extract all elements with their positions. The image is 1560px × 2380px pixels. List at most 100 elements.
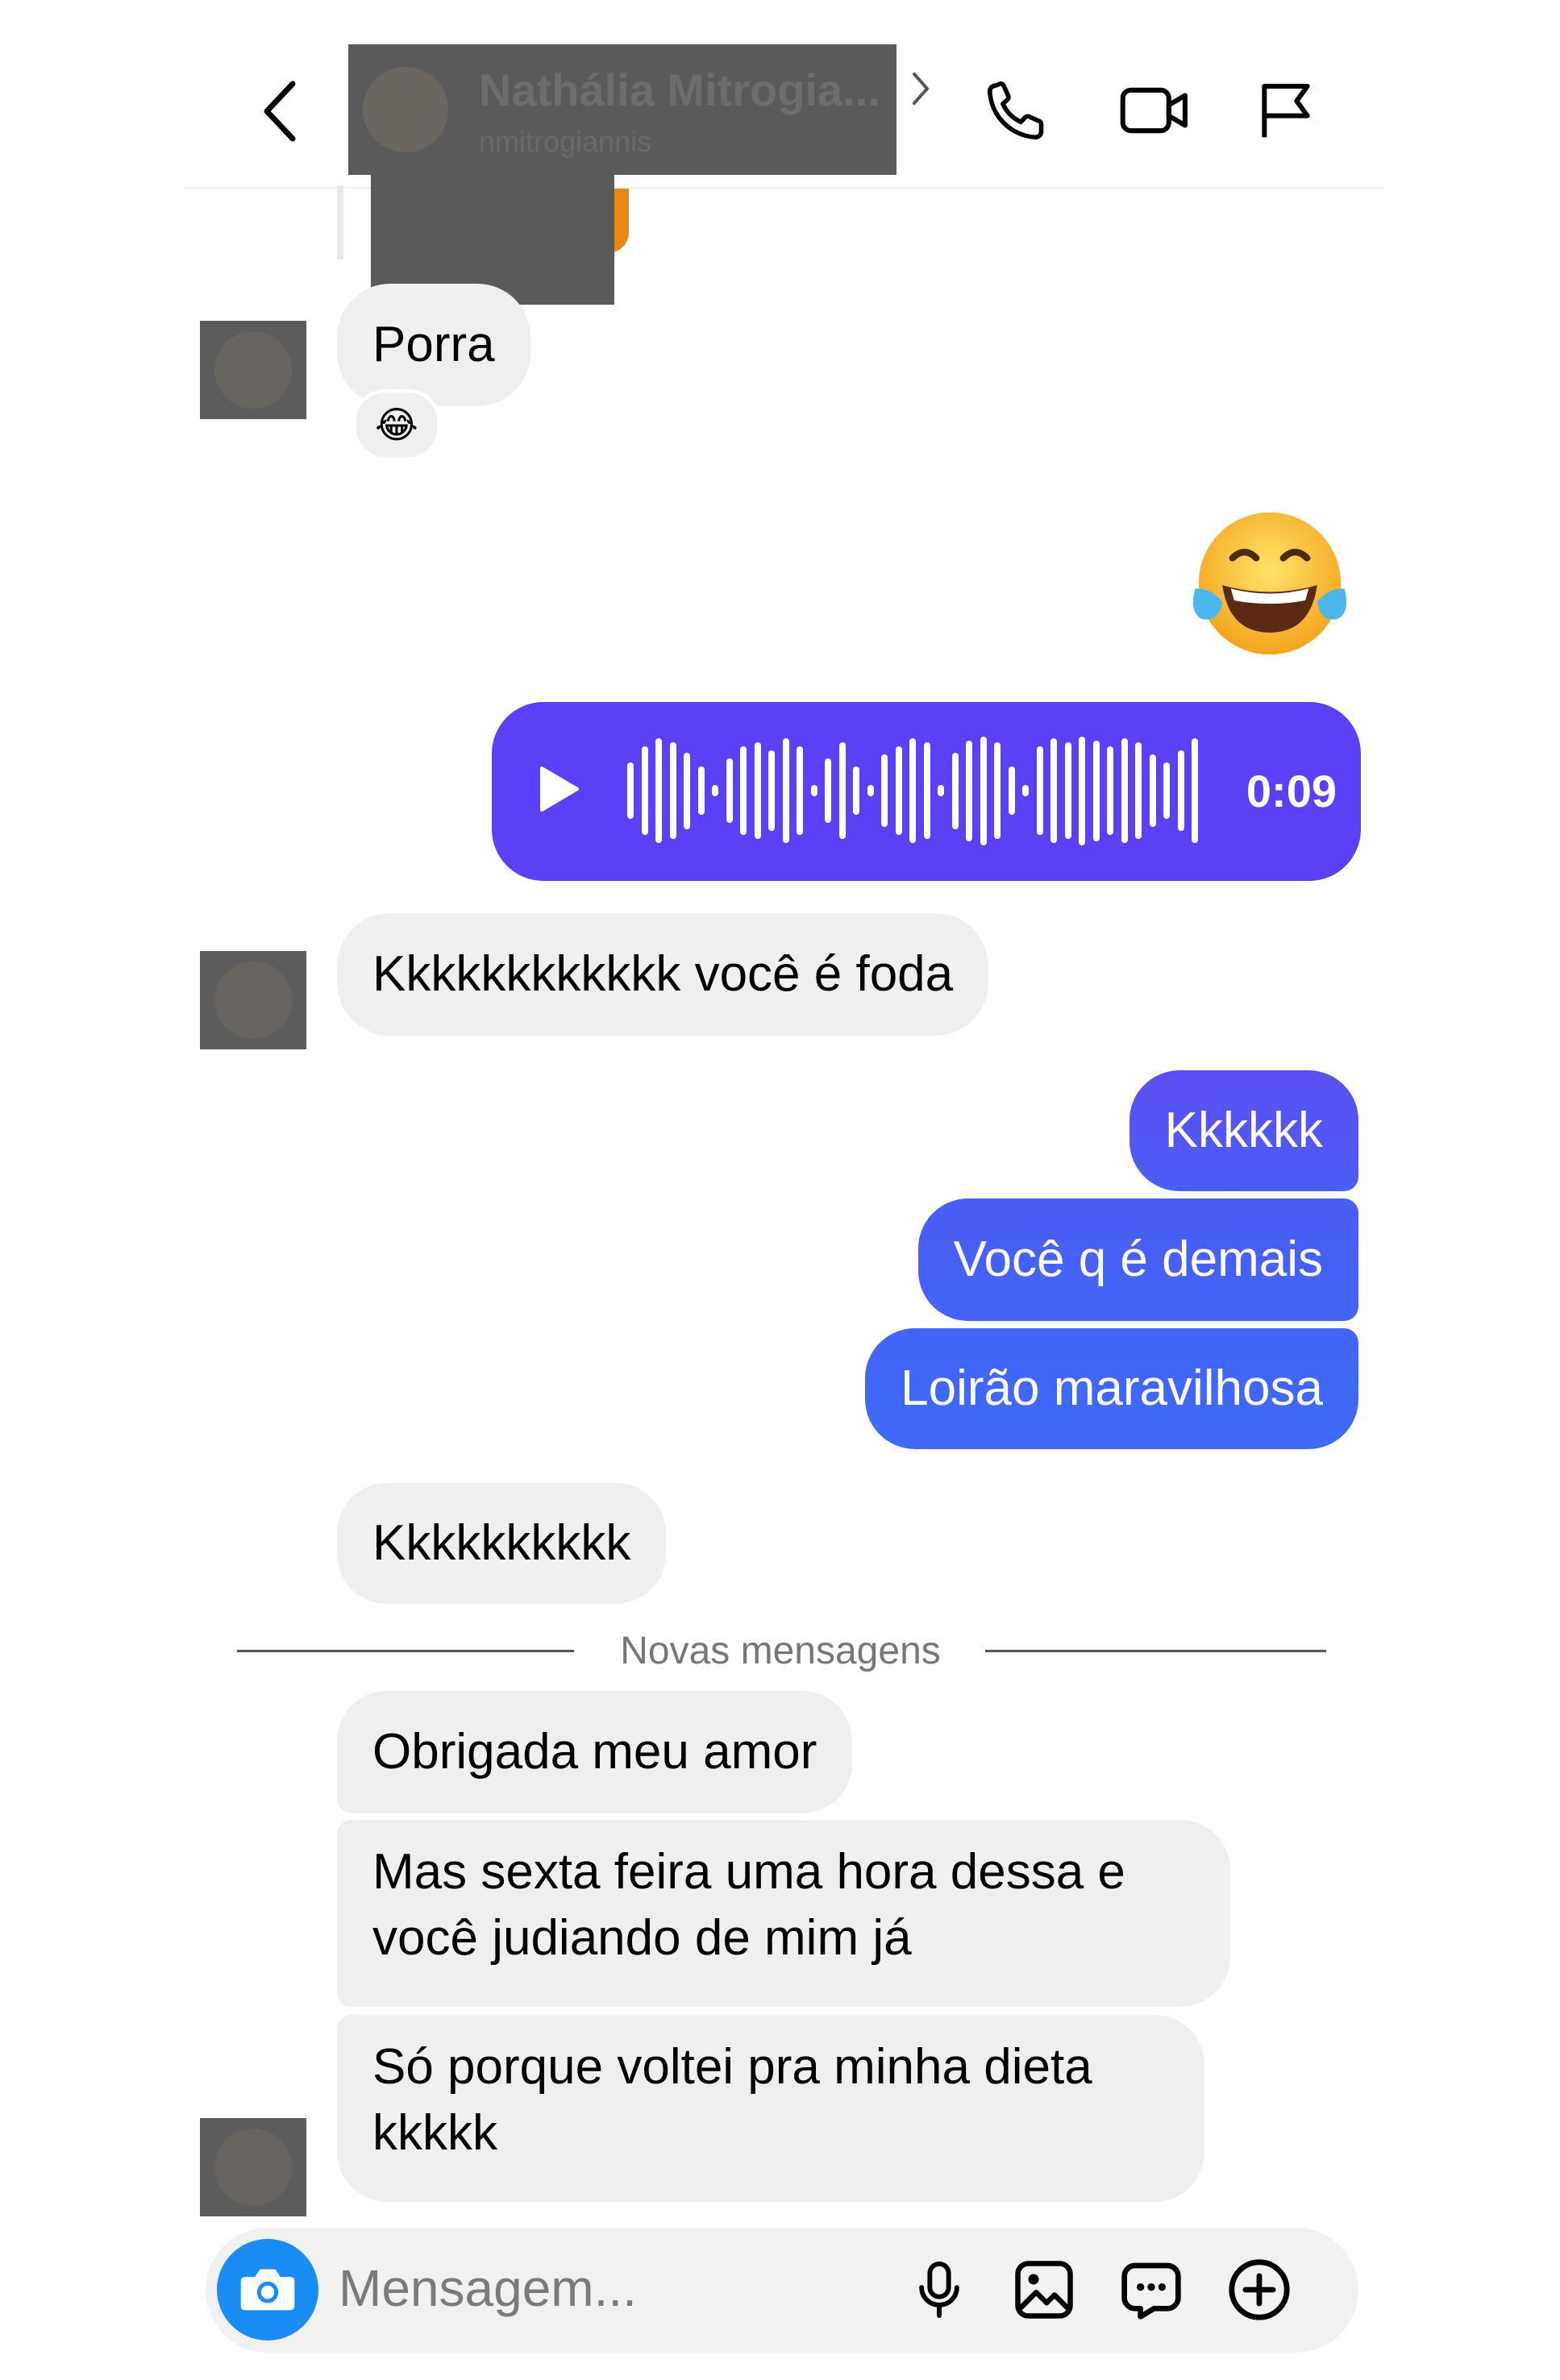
waveform-bar: [923, 742, 930, 839]
message-bubble-incoming[interactable]: Só porque voltei pra minha dieta kkkkk: [337, 2015, 1204, 2202]
waveform-bar: [909, 738, 916, 843]
waveform-bar: [1149, 754, 1156, 827]
waveform-bar: [1050, 738, 1057, 843]
waveform-bar: [1064, 742, 1071, 839]
message-text: Loirão maravilhosa: [901, 1360, 1323, 1416]
voice-record-button[interactable]: [903, 2253, 976, 2326]
message-text: Só porque voltei pra minha dieta kkkkk: [372, 2039, 1092, 2161]
message-bubble-incoming[interactable]: Obrigada meu amor: [337, 1691, 853, 1813]
waveform-bar: [1121, 738, 1128, 843]
waveform-bar: [1036, 746, 1043, 835]
waveform-bar: [782, 738, 789, 843]
waveform-bar: [938, 785, 944, 796]
emoji-message[interactable]: 😂: [1185, 504, 1354, 665]
waveform-bar: [966, 740, 972, 841]
message-bubble-incoming[interactable]: Kkkkkkkkkkkk você é foda: [337, 913, 989, 1036]
phone-icon: [987, 81, 1044, 140]
waveform-bar: [697, 766, 705, 815]
waveform-bar: [768, 750, 775, 831]
chevron-left-icon: [264, 81, 295, 141]
chat-header: Nathália Mitrogia... nmitrogiannis: [0, 0, 1560, 189]
avatar[interactable]: [200, 2118, 306, 2216]
play-button[interactable]: [539, 765, 580, 817]
waveform-bar: [867, 785, 874, 796]
waveform-bar: [726, 758, 733, 823]
message-text: Kkkkkk: [1164, 1103, 1323, 1158]
reply-line: [337, 185, 343, 260]
message-bubble-incoming[interactable]: Mas sexta feira uma hora dessa e você ju…: [337, 1820, 1230, 2007]
avatar[interactable]: [200, 951, 306, 1049]
back-button[interactable]: [250, 77, 310, 145]
message-text: Porra: [372, 317, 495, 372]
play-icon: [540, 766, 579, 812]
message-text: Obrigada meu amor: [372, 1724, 817, 1780]
waveform-bar: [1192, 738, 1198, 843]
waveform-bar: [754, 742, 761, 839]
waveform-bar: [797, 746, 803, 835]
waveform-bar: [1022, 785, 1029, 796]
message-text: Mas sexta feira uma hora dessa e você ju…: [372, 1844, 1125, 1966]
add-button[interactable]: [1223, 2253, 1296, 2326]
message-bubble-outgoing[interactable]: Loirão maravilhosa: [865, 1328, 1358, 1449]
reaction-emoji: 😂: [375, 404, 418, 446]
sticker-button[interactable]: [1115, 2253, 1188, 2326]
message-text: Kkkkkkkkkkkk você é foda: [372, 946, 954, 1002]
message-reaction[interactable]: 😂: [353, 389, 440, 460]
waveform-bar: [684, 752, 690, 829]
video-camera-icon: [1120, 87, 1188, 134]
waveform-bar: [655, 738, 662, 843]
contact-name: Nathália Mitrogia...: [479, 64, 880, 115]
waveform-bar: [1092, 740, 1100, 841]
header-divider: [184, 187, 1383, 189]
waveform-bar: [669, 742, 676, 839]
message-bubble-outgoing[interactable]: Você q é demais: [917, 1198, 1358, 1321]
waveform-bar: [1008, 766, 1015, 815]
message-bubble-incoming[interactable]: Porra: [337, 284, 530, 406]
message-input[interactable]: Mensagem...: [339, 2258, 637, 2318]
waveform-bar: [712, 785, 718, 796]
face-with-tears-of-joy-icon: [1192, 512, 1347, 655]
message-bubble-incoming[interactable]: Kkkkkkkkkk: [337, 1483, 667, 1604]
avatar[interactable]: [200, 321, 306, 419]
waveform-bar: [740, 746, 747, 835]
flag-icon: [1262, 84, 1310, 138]
divider-line: [985, 1650, 1326, 1652]
gallery-button[interactable]: [1008, 2253, 1080, 2326]
contact-info[interactable]: Nathália Mitrogia... nmitrogiannis: [348, 44, 896, 175]
message-composer: Mensagem...: [206, 2228, 1358, 2353]
message-text: Você q é demais: [953, 1232, 1323, 1287]
waveform-bar: [1163, 762, 1170, 819]
camera-icon: [240, 2269, 295, 2311]
chevron-right-icon[interactable]: [909, 71, 932, 110]
waveform-bar: [980, 736, 987, 845]
waveform-bar: [1107, 746, 1113, 835]
video-call-button[interactable]: [1111, 74, 1200, 147]
image-icon: [1015, 2261, 1073, 2319]
voice-duration: 0:09: [1246, 766, 1337, 816]
chat-bubble-icon: [1121, 2262, 1181, 2320]
divider-line: [237, 1650, 574, 1652]
waveform-bar: [881, 754, 888, 827]
waveform-bar: [825, 758, 831, 823]
waveform-bar: [627, 762, 634, 819]
waveform-bar: [838, 742, 846, 839]
message-bubble-outgoing[interactable]: Kkkkkk: [1129, 1070, 1358, 1191]
contact-username: nmitrogiannis: [479, 125, 652, 158]
waveform-bar: [1177, 750, 1184, 831]
message-text: Kkkkkkkkkk: [372, 1515, 631, 1571]
call-button[interactable]: [976, 74, 1056, 147]
waveform-bar: [641, 746, 648, 835]
camera-button[interactable]: [217, 2239, 318, 2341]
audio-waveform[interactable]: [627, 734, 1208, 847]
waveform-bar: [951, 752, 959, 829]
waveform-bar: [810, 785, 817, 796]
new-messages-label: Novas mensagens: [620, 1630, 941, 1672]
voice-message[interactable]: 0:09: [492, 702, 1361, 881]
waveform-bar: [994, 742, 1000, 839]
contact-avatar: [363, 67, 448, 152]
waveform-bar: [895, 746, 902, 835]
waveform-bar: [1079, 736, 1085, 845]
waveform-bar: [853, 766, 859, 815]
report-button[interactable]: [1250, 74, 1322, 147]
plus-circle-icon: [1229, 2259, 1290, 2320]
